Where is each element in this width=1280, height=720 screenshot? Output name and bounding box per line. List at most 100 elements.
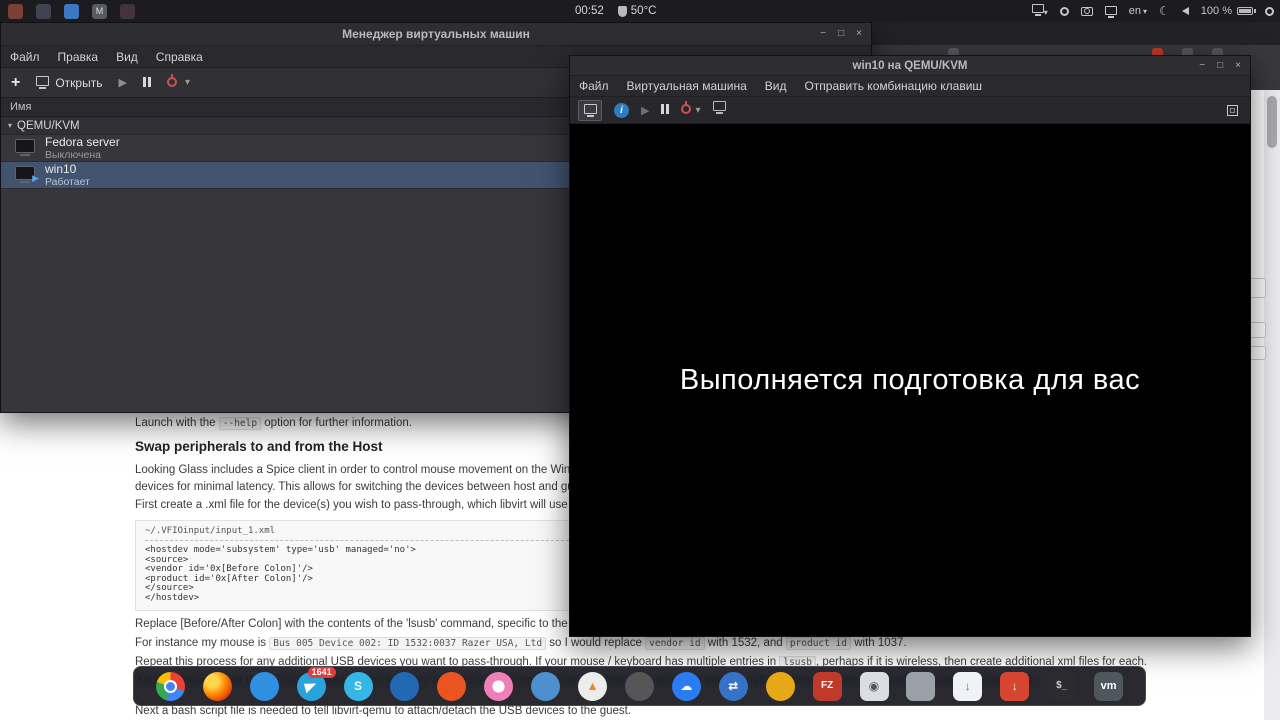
shutdown-menu-caret[interactable]: ▾	[185, 77, 190, 88]
tray-app-5-icon[interactable]	[120, 3, 135, 19]
remmina-glyph: ⇄	[728, 679, 739, 693]
viewer-menu-file[interactable]: Файл	[570, 79, 618, 93]
power-icon	[681, 104, 692, 114]
fullscreen-button[interactable]	[1227, 104, 1238, 116]
expander-icon[interactable]: ▾	[8, 121, 12, 130]
vmm-menu-view[interactable]: Вид	[107, 50, 147, 64]
dock-icon-virt-manager[interactable]: vm	[1094, 671, 1124, 701]
vm-details-button[interactable]: i	[614, 102, 629, 118]
viewer-menu-send-key[interactable]: Отправить комбинацию клавиш	[795, 79, 991, 93]
maximize-button[interactable]: □	[1217, 60, 1223, 71]
text-run: with 1037.	[851, 637, 907, 649]
browser-scrollbar[interactable]	[1264, 90, 1280, 720]
caret-down-icon: ▾	[1143, 6, 1148, 16]
dock-icon-vlc[interactable]: ▲	[578, 671, 608, 701]
minimize-button[interactable]: −	[1199, 60, 1205, 71]
viewer-titlebar[interactable]: win10 на QEMU/KVM − □ ×	[570, 56, 1250, 76]
panel-right: ▾ en ▾ ☾ 100 %	[1031, 0, 1274, 22]
start-vm-button[interactable]: ▶	[118, 76, 126, 89]
tray-app-4-icon[interactable]: M	[92, 3, 107, 19]
vmm-menu-help[interactable]: Справка	[147, 50, 212, 64]
dock-icon-download-manager[interactable]: ↓	[953, 671, 983, 701]
close-button[interactable]: ×	[856, 29, 862, 39]
temperature-value: 50°C	[630, 5, 657, 17]
night-light-icon[interactable]: ☾	[1159, 5, 1170, 17]
new-vm-button[interactable]: +	[11, 74, 20, 92]
inline-code: Bus 005 Device 002: ID 1532:0037 Razer U…	[269, 637, 547, 650]
text-run: so I would replace	[546, 637, 646, 649]
record-icon[interactable]	[1059, 6, 1069, 16]
dock-icon-automation-app[interactable]	[765, 671, 795, 701]
camera-icon[interactable]	[1080, 6, 1093, 16]
panel-center: 00:52 50°C	[575, 0, 656, 22]
paragraph-launch: Launch with the --help option for furthe…	[135, 416, 412, 431]
viewer-window-title: win10 на QEMU/KVM	[852, 59, 968, 72]
shutdown-vm-button[interactable]	[681, 101, 692, 119]
tray-app-2-icon[interactable]	[36, 3, 51, 19]
viewer-window: win10 на QEMU/KVM − □ × Файл Виртуальная…	[569, 55, 1251, 637]
power-menu-icon[interactable]	[1265, 6, 1274, 16]
dock-icon-candy-app[interactable]	[484, 671, 514, 701]
viewer-menubar: Файл Виртуальная машина Вид Отправить ко…	[570, 76, 1250, 97]
pause-icon	[142, 76, 151, 87]
screenshot-button[interactable]	[712, 101, 726, 119]
open-console-button[interactable]: Открыть	[36, 76, 102, 90]
dock-icon-nextcloud[interactable]: ☁	[671, 671, 701, 701]
start-vm-button[interactable]: ▶	[641, 104, 649, 117]
minimize-button[interactable]: −	[820, 29, 826, 39]
battery-applet[interactable]: 100 %	[1201, 5, 1256, 17]
scrollbar-thumb[interactable]	[1267, 96, 1277, 148]
text-run: with 1532, and	[704, 637, 786, 649]
keyboard-layout-label: en	[1128, 5, 1142, 17]
viewer-menu-virtual-machine[interactable]: Виртуальная машина	[618, 79, 756, 93]
guest-console[interactable]: Выполняется подготовка для вас	[570, 124, 1250, 636]
close-button[interactable]: ×	[1235, 60, 1241, 71]
viewer-menu-view[interactable]: Вид	[756, 79, 796, 93]
dock-icon-remmina[interactable]: ⇄	[718, 671, 748, 701]
pause-icon	[661, 104, 670, 114]
shutdown-vm-button[interactable]	[166, 74, 177, 92]
text-run: Launch with the	[135, 417, 219, 429]
dock-icon-firefox[interactable]	[202, 671, 232, 701]
console-view-toggle[interactable]	[578, 99, 602, 121]
vm-status: Выключена	[45, 148, 101, 161]
text-run: For instance my mouse is	[135, 637, 270, 649]
text-run: option for further information.	[261, 417, 412, 429]
dock-icon-skype[interactable]: S	[343, 671, 373, 701]
tray-app-1-icon[interactable]	[8, 3, 23, 19]
pause-vm-button[interactable]	[142, 74, 151, 92]
vmm-menu-file[interactable]: Файл	[1, 50, 49, 64]
dock-icon-filezilla[interactable]: FZ	[812, 671, 842, 701]
dock-icon-signal[interactable]	[249, 671, 279, 701]
guest-status-message: Выполняется подготовка для вас	[679, 363, 1141, 396]
shutdown-menu-caret[interactable]: ▾	[695, 105, 700, 116]
dock-icon-text-editor[interactable]	[906, 671, 936, 701]
maximize-button[interactable]: □	[838, 29, 844, 39]
dock-icon-gimp[interactable]	[624, 671, 654, 701]
power-icon	[166, 76, 177, 87]
volume-icon[interactable]	[1181, 7, 1189, 15]
dock-icon-chrome[interactable]	[155, 671, 185, 701]
monitor-icon	[583, 103, 597, 117]
dock-icon-ubuntu[interactable]	[437, 671, 467, 701]
dock-icon-screenshot-tool[interactable]: ◉	[859, 671, 889, 701]
updater-glyph: ↓	[1011, 679, 1018, 693]
vm-icon-running: ▶	[15, 166, 39, 183]
dock-icon-chromium[interactable]	[531, 671, 561, 701]
clock[interactable]: 00:52	[575, 5, 604, 17]
keyboard-layout-indicator[interactable]: en ▾	[1129, 5, 1147, 17]
tray-app-3-icon[interactable]	[64, 3, 79, 19]
display-settings-applet[interactable]: ▾	[1031, 4, 1048, 18]
screen-share-icon[interactable]	[1104, 5, 1117, 18]
tray-left: M	[8, 0, 135, 22]
dock-icon-telegram[interactable]: 1641	[296, 666, 336, 701]
vmm-titlebar[interactable]: Менеджер виртуальных машин − □ ×	[1, 23, 871, 46]
dock-icon-thunderbird[interactable]	[390, 671, 420, 701]
dock-icon-terminal[interactable]: $_	[1047, 671, 1077, 701]
temperature-applet[interactable]: 50°C	[617, 5, 657, 17]
vm-status: Работает	[45, 175, 90, 188]
dock-icon-updater[interactable]: ↓	[1000, 671, 1030, 701]
open-button-label: Открыть	[55, 75, 103, 90]
vmm-menu-edit[interactable]: Правка	[49, 50, 108, 64]
pause-vm-button[interactable]	[661, 101, 670, 119]
